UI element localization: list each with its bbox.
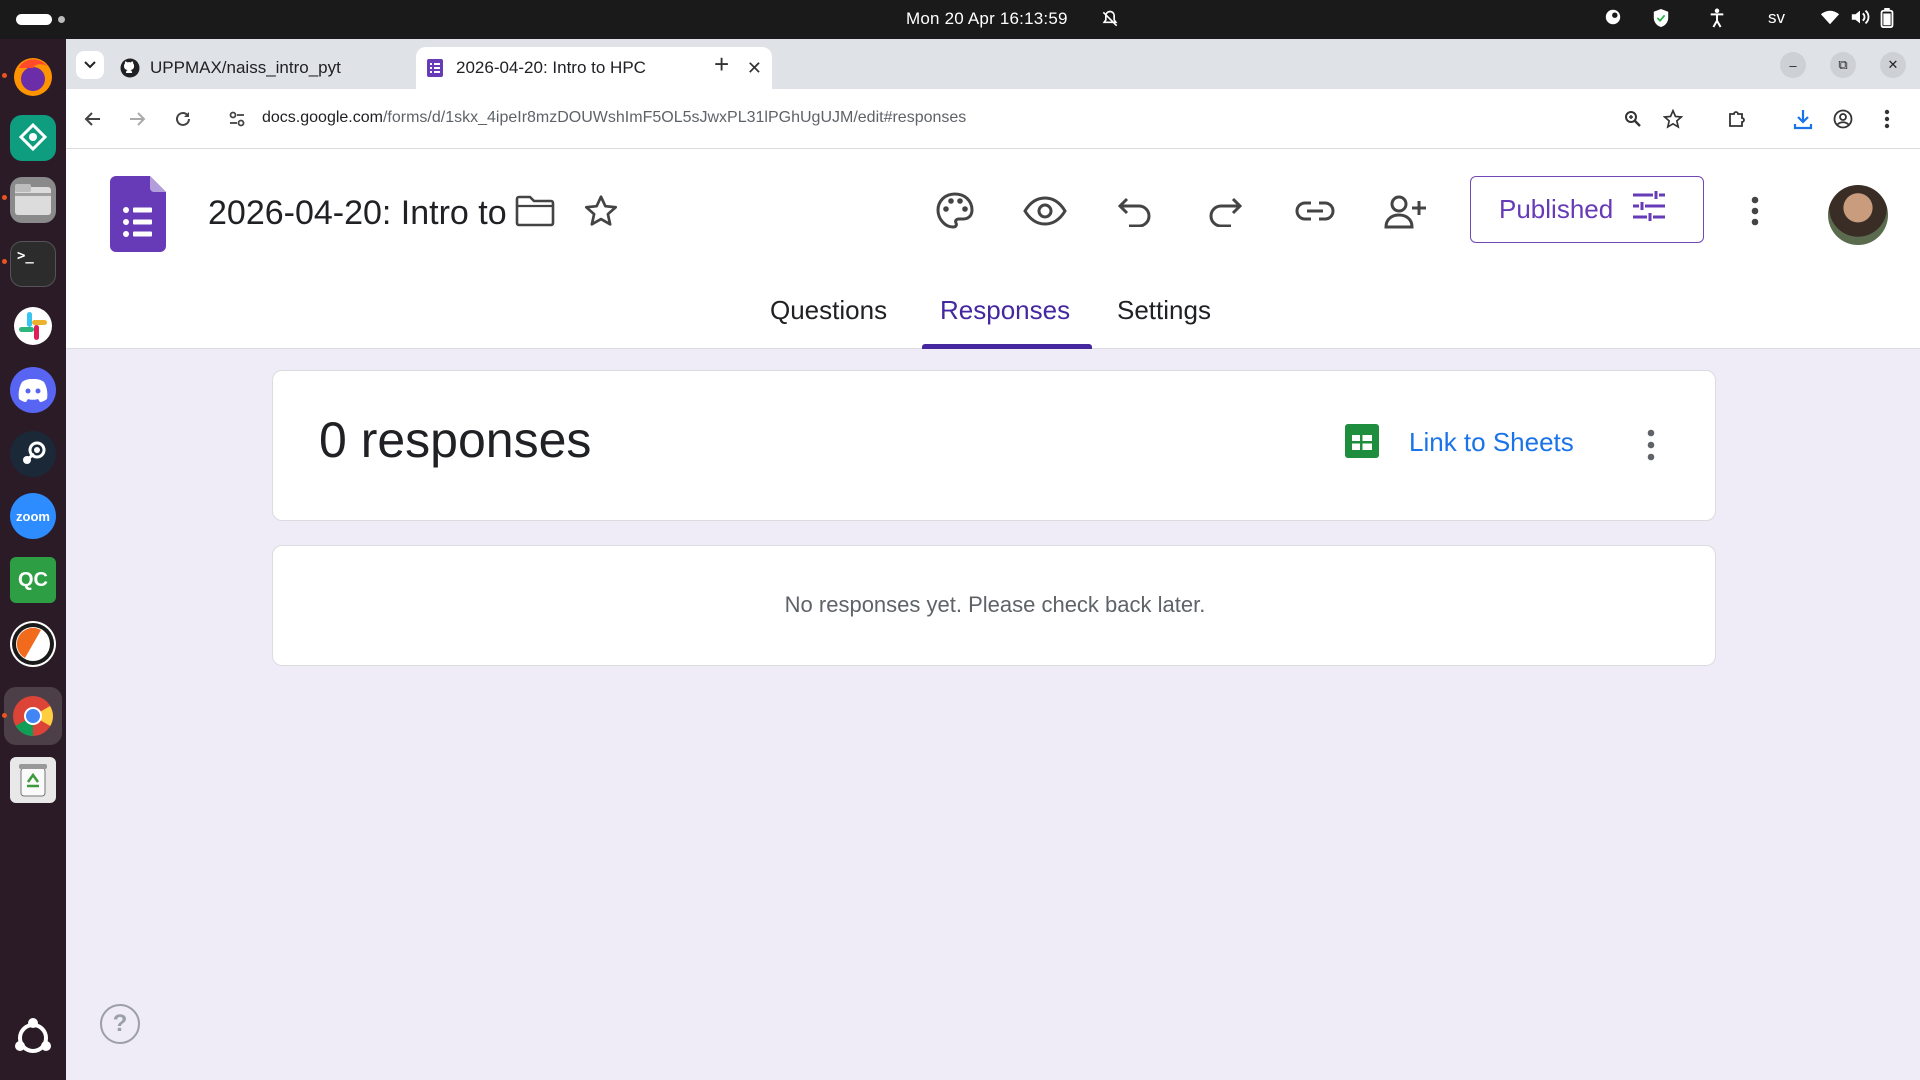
system-clock[interactable]: Mon 20 Apr 16:13:59 bbox=[906, 9, 1068, 29]
more-options-icon[interactable] bbox=[1740, 188, 1770, 234]
shield-icon[interactable] bbox=[1652, 8, 1670, 33]
steam-tray-icon[interactable] bbox=[1604, 8, 1622, 31]
firefox-icon[interactable] bbox=[10, 53, 56, 99]
responses-summary-card: 0 responses Link to Sheets bbox=[272, 370, 1716, 521]
browser-window: UPPMAX/naiss_intro_pyt ✕ 2026-04-20: Int… bbox=[66, 39, 1920, 1080]
form-title[interactable]: 2026-04-20: Intro to HPC bbox=[208, 194, 506, 233]
add-collaborators-icon[interactable] bbox=[1382, 188, 1428, 234]
google-forms-logo[interactable] bbox=[110, 176, 166, 252]
customize-theme-icon[interactable] bbox=[932, 188, 978, 234]
downloads-icon[interactable] bbox=[1790, 106, 1816, 132]
running-indicator bbox=[2, 259, 7, 264]
running-indicator bbox=[2, 195, 7, 200]
slack-icon[interactable] bbox=[10, 303, 56, 349]
notifications-muted-icon[interactable] bbox=[1100, 9, 1120, 34]
back-icon[interactable] bbox=[80, 106, 106, 132]
move-to-folder-icon[interactable] bbox=[512, 188, 558, 234]
tab-settings[interactable]: Settings bbox=[1117, 295, 1211, 349]
chrome-menu-icon[interactable] bbox=[1874, 106, 1900, 132]
star-icon[interactable] bbox=[578, 188, 624, 234]
tab-title: 2026-04-20: Intro to HPC bbox=[456, 58, 646, 77]
github-icon bbox=[120, 58, 140, 78]
workspace-indicator[interactable] bbox=[58, 16, 65, 23]
empty-responses-card: No responses yet. Please check back late… bbox=[272, 545, 1716, 666]
close-window-icon[interactable]: ✕ bbox=[1880, 52, 1906, 78]
bookmark-star-icon[interactable] bbox=[1660, 106, 1686, 132]
url-host: docs.google.com bbox=[262, 109, 383, 126]
running-indicator bbox=[2, 713, 7, 718]
copy-link-icon[interactable] bbox=[1292, 188, 1338, 234]
discord-icon[interactable] bbox=[10, 367, 56, 413]
tab-responses[interactable]: Responses bbox=[940, 295, 1070, 349]
help-icon[interactable]: ? bbox=[100, 1004, 140, 1044]
zoom-icon[interactable]: zoom bbox=[10, 493, 56, 539]
qc-icon[interactable]: QC bbox=[10, 557, 56, 603]
tab-title: UPPMAX/naiss_intro_pyt bbox=[150, 58, 341, 77]
forms-page: 2026-04-20: Intro to HPC bbox=[66, 150, 1920, 1080]
published-label: Published bbox=[1499, 194, 1614, 224]
chrome-icon[interactable] bbox=[10, 693, 56, 739]
site-settings-icon[interactable] bbox=[224, 106, 250, 132]
app-icon[interactable] bbox=[10, 621, 56, 667]
empty-responses-message: No responses yet. Please check back late… bbox=[784, 592, 1206, 617]
active-tab-indicator bbox=[922, 344, 1092, 349]
address-bar[interactable]: docs.google.com/forms/d/1skx_4ipeIr8mzDO… bbox=[216, 97, 1686, 141]
published-button[interactable]: Published bbox=[1470, 176, 1704, 243]
preview-eye-icon[interactable] bbox=[1022, 188, 1068, 234]
tab-search-button[interactable] bbox=[76, 51, 104, 79]
files-icon[interactable] bbox=[10, 177, 56, 223]
minimize-window-icon[interactable]: – bbox=[1780, 52, 1806, 78]
system-top-bar: Mon 20 Apr 16:13:59 sv bbox=[0, 0, 1920, 39]
publish-settings-icon bbox=[1631, 190, 1667, 229]
keyboard-layout[interactable]: sv bbox=[1768, 8, 1785, 28]
undo-icon[interactable] bbox=[1112, 188, 1158, 234]
redo-icon[interactable] bbox=[1202, 188, 1248, 234]
accessibility-icon[interactable] bbox=[1708, 8, 1726, 33]
link-to-sheets-button[interactable]: Link to Sheets bbox=[1409, 427, 1574, 458]
close-tab-icon[interactable]: ✕ bbox=[747, 58, 762, 79]
terminal-icon[interactable]: >_ bbox=[10, 241, 56, 287]
activities-button[interactable] bbox=[16, 14, 52, 25]
new-tab-button[interactable]: + bbox=[714, 49, 729, 80]
forward-icon[interactable] bbox=[124, 106, 150, 132]
url-text[interactable]: docs.google.com/forms/d/1skx_4ipeIr8mzDO… bbox=[262, 109, 966, 127]
volume-icon[interactable] bbox=[1850, 8, 1870, 31]
tab-questions[interactable]: Questions bbox=[770, 295, 887, 349]
browser-toolbar: docs.google.com/forms/d/1skx_4ipeIr8mzDO… bbox=[66, 89, 1920, 149]
google-forms-icon bbox=[426, 58, 446, 78]
steam-icon[interactable] bbox=[10, 431, 56, 477]
tab-strip: UPPMAX/naiss_intro_pyt ✕ 2026-04-20: Int… bbox=[66, 39, 1920, 89]
show-apps-icon[interactable] bbox=[10, 1015, 56, 1061]
responses-more-icon[interactable] bbox=[1641, 427, 1661, 463]
running-indicator bbox=[2, 73, 7, 78]
reload-icon[interactable] bbox=[170, 106, 196, 132]
trash-icon[interactable] bbox=[10, 757, 56, 803]
sync-app-icon[interactable] bbox=[10, 115, 56, 161]
extensions-icon[interactable] bbox=[1724, 106, 1750, 132]
forms-header: 2026-04-20: Intro to HPC bbox=[66, 150, 1920, 349]
wifi-icon[interactable] bbox=[1820, 8, 1840, 31]
restore-window-icon[interactable]: ⧉ bbox=[1830, 52, 1856, 78]
account-avatar[interactable] bbox=[1828, 185, 1888, 245]
zoom-page-icon[interactable] bbox=[1620, 106, 1646, 132]
response-count: 0 responses bbox=[319, 412, 592, 468]
profile-icon[interactable] bbox=[1830, 106, 1856, 132]
application-dock: >_ zoom QC bbox=[0, 39, 66, 1080]
google-sheets-icon[interactable] bbox=[1345, 424, 1379, 458]
url-path: /forms/d/1skx_4ipeIr8mzDOUWshImF5OL5sJwx… bbox=[382, 109, 967, 126]
battery-icon[interactable] bbox=[1880, 8, 1894, 33]
